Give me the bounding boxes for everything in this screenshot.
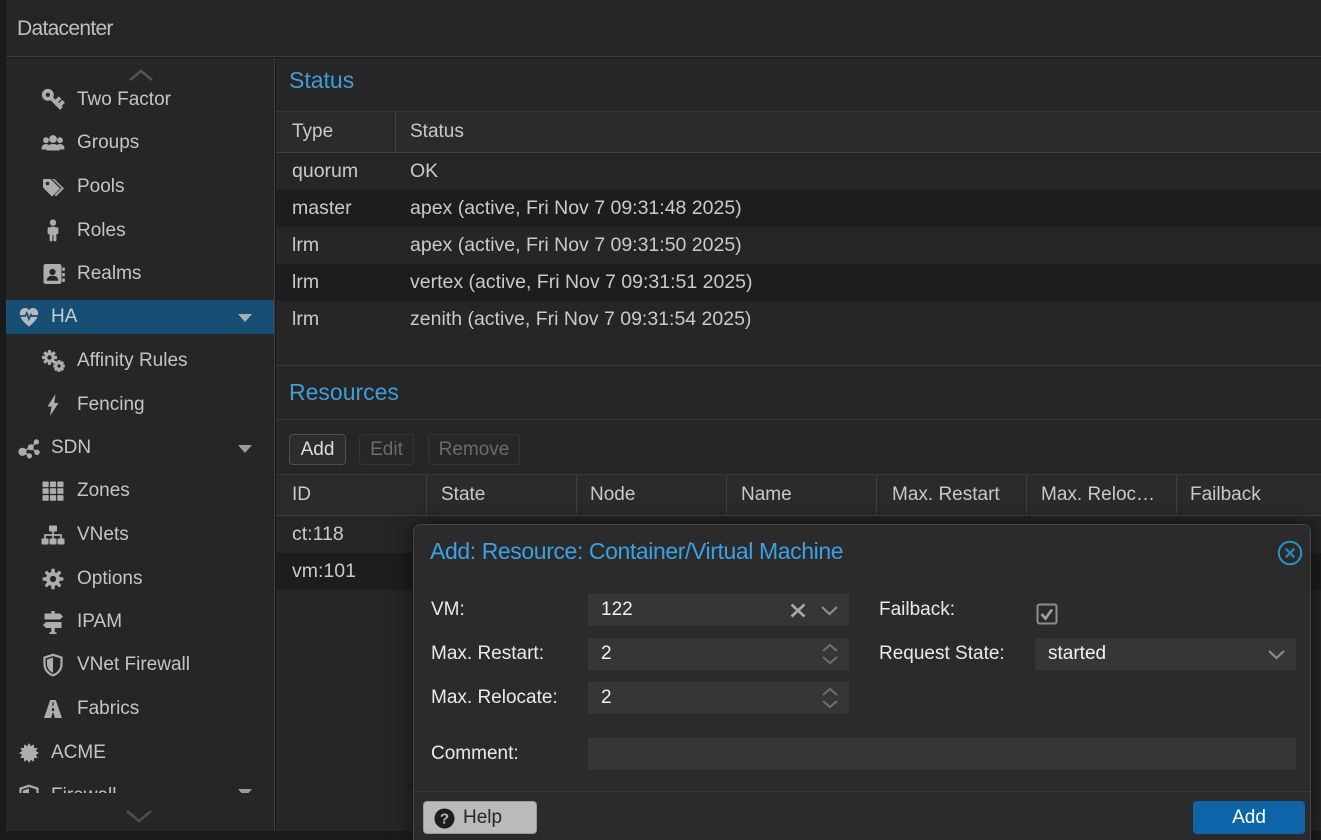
- svg-text:?: ?: [440, 811, 449, 828]
